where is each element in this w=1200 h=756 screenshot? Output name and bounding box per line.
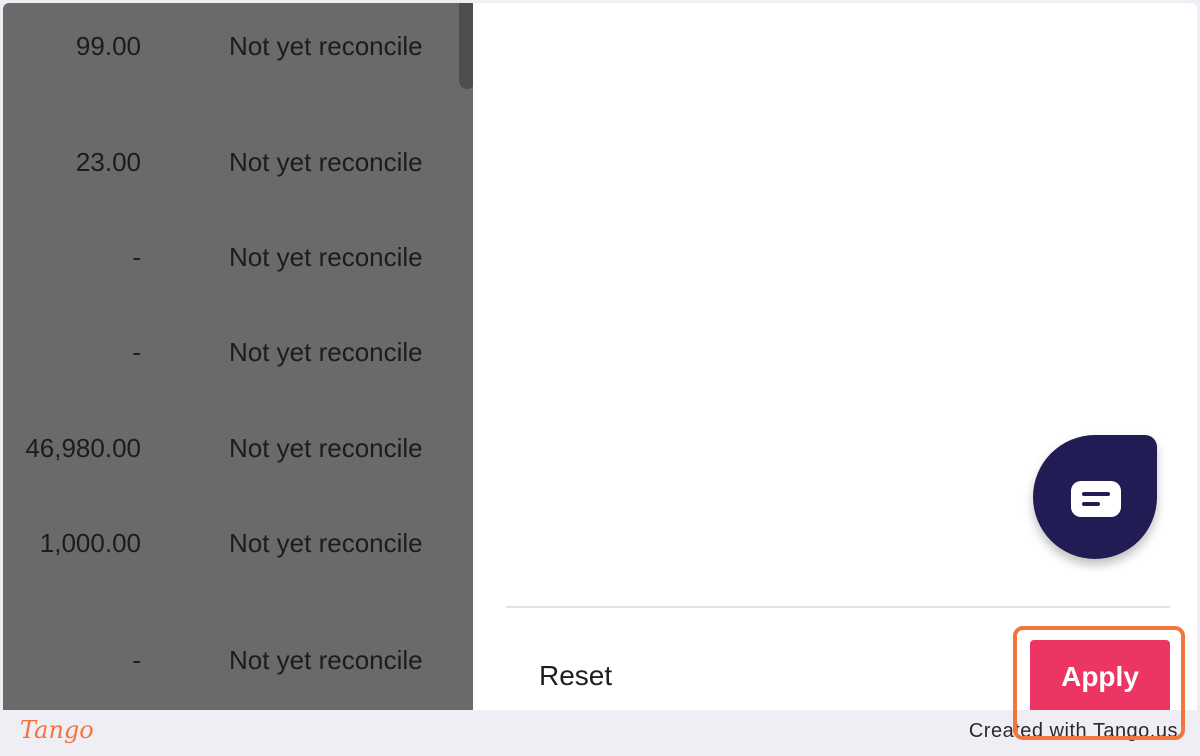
tango-logo: Tango [20, 716, 94, 744]
status-cell: Not yet reconcile [229, 337, 423, 367]
screenshot-frame: 99.00 Not yet reconcile 23.00 Not yet re… [0, 0, 1200, 756]
status-cell: Not yet reconcile [229, 433, 423, 463]
chat-button[interactable] [1033, 435, 1157, 559]
table-row[interactable]: 46,980.00 Not yet reconcile [3, 428, 473, 468]
table-row[interactable]: - Not yet reconcile [3, 237, 473, 277]
status-cell: Not yet reconcile [229, 242, 423, 272]
filter-panel: Reset Apply [473, 3, 1197, 714]
amount-cell: 99.00 [75, 31, 141, 61]
footer-credit: Created with Tango.us [968, 720, 1178, 742]
reconciliation-table: 99.00 Not yet reconcile 23.00 Not yet re… [3, 3, 473, 710]
table-row[interactable]: 1,000.00 Not yet reconcile [3, 523, 473, 563]
status-cell: Not yet reconcile [229, 528, 423, 558]
status-cell: Not yet reconcile [229, 645, 423, 675]
chat-bubble-icon [1071, 481, 1121, 517]
apply-button[interactable]: Apply [1030, 640, 1170, 714]
reset-button[interactable]: Reset [523, 651, 628, 701]
table-row[interactable]: 23.00 Not yet reconcile [3, 142, 473, 182]
table-row[interactable]: - Not yet reconcile [3, 332, 473, 372]
status-cell: Not yet reconcile [229, 147, 423, 177]
amount-cell: - [132, 242, 141, 272]
status-cell: Not yet reconcile [229, 31, 423, 61]
table-row[interactable]: 99.00 Not yet reconcile [3, 26, 473, 66]
amount-cell: 46,980.00 [25, 433, 141, 463]
amount-cell: 1,000.00 [39, 528, 141, 558]
panel-divider [506, 606, 1170, 608]
amount-cell: 23.00 [75, 147, 141, 177]
footer: Tango Created with Tango.us [0, 710, 1200, 756]
amount-cell: - [132, 337, 141, 367]
table-row[interactable]: - Not yet reconcile [3, 640, 473, 680]
amount-cell: - [132, 645, 141, 675]
